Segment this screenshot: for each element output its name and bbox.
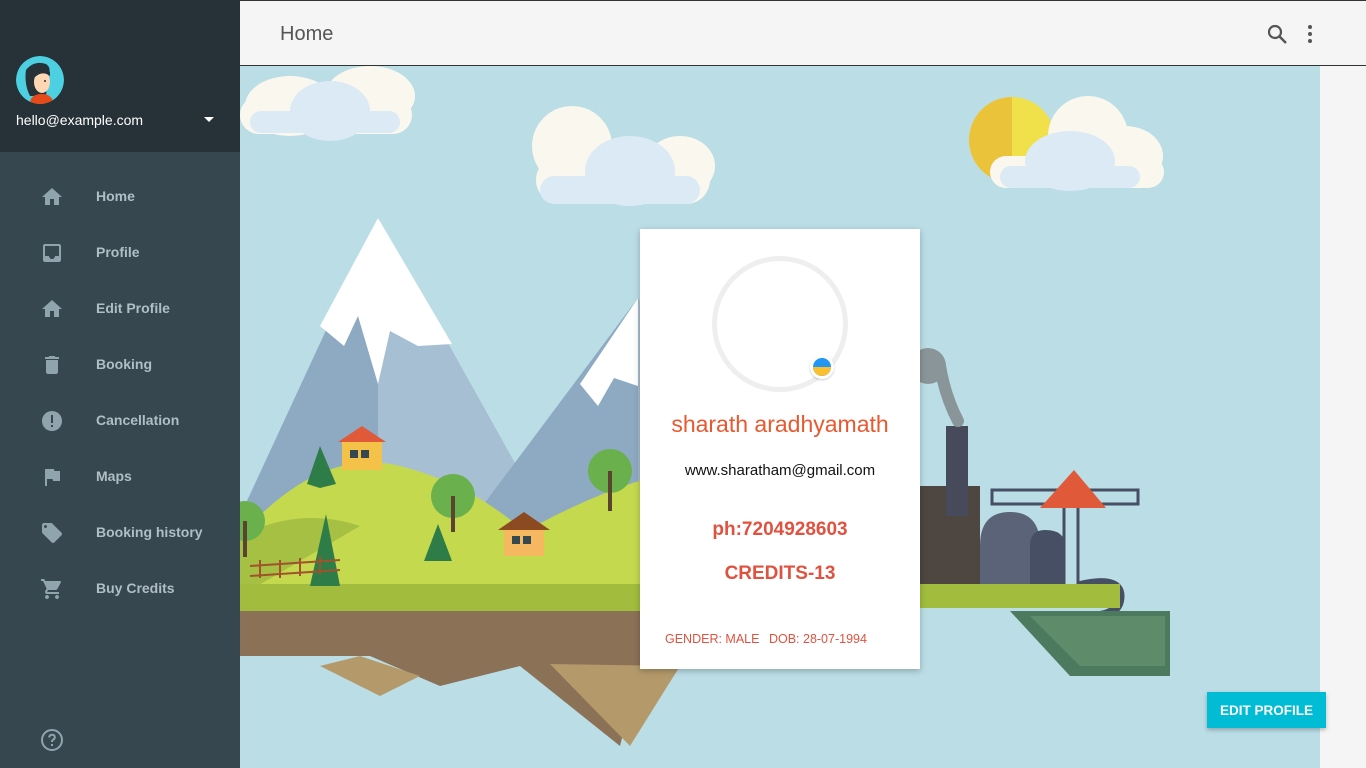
app-bar: Home [240,0,1366,66]
sidebar-item-label: Profile [96,244,140,260]
page-title: Home [280,23,334,45]
edit-profile-button[interactable]: EDIT PROFILE [1207,692,1326,728]
sidebar-item-profile[interactable]: Profile [0,224,240,280]
flag-icon [45,469,60,486]
sidebar-item-edit-profile[interactable]: Edit Profile [0,280,240,336]
sidebar-item-label: Buy Credits [96,580,175,596]
home-icon [42,300,62,317]
help-icon[interactable] [40,728,64,752]
sidebar-item-buy-credits[interactable]: Buy Credits [0,560,240,616]
profile-card: sharath aradhyamath www.sharatham@gmail.… [640,229,920,669]
profile-dob: DOB: 28-07-1994 [768,632,867,646]
sidebar-nav: Home Profile Edit Profile Booking Cancel… [0,168,240,616]
account-email: hello@example.com [16,112,144,128]
cart-icon [41,579,62,599]
profile-email: www.sharatham@gmail.com [684,462,876,479]
sidebar: hello@example.com Home Profile Edit Prof… [0,0,240,768]
sidebar-item-label: Booking [96,356,152,372]
profile-credits: CREDITS-13 [724,563,836,584]
scroll-gutter [1320,66,1366,768]
inbox-icon [43,244,61,262]
sidebar-item-label: Booking history [96,524,203,540]
sidebar-item-label: Maps [96,468,132,484]
sidebar-item-home[interactable]: Home [0,168,240,224]
status-badge [810,355,834,379]
profile-name: sharath aradhyamath [671,411,889,437]
sidebar-item-cancellation[interactable]: Cancellation [0,392,240,448]
sidebar-item-label: Cancellation [96,412,180,428]
more-vert-icon[interactable] [1302,23,1318,45]
sidebar-item-label: Edit Profile [96,300,170,316]
sidebar-item-booking[interactable]: Booking [0,336,240,392]
trash-icon [45,356,59,374]
home-icon [42,188,62,205]
sidebar-item-label: Home [96,188,135,204]
tag-icon [42,523,62,543]
chevron-down-icon[interactable] [202,112,216,126]
sidebar-item-booking-history[interactable]: Booking history [0,504,240,560]
avatar[interactable] [16,56,64,104]
profile-details: GENDER: MALE DOB: 28-07-1994 [665,632,873,646]
sidebar-item-maps[interactable]: Maps [0,448,240,504]
profile-phone: ph:7204928603 [712,519,848,540]
alert-icon [42,411,62,431]
profile-gender: GENDER: MALE [665,632,760,646]
account-header: hello@example.com [0,0,240,152]
search-icon[interactable] [1266,23,1288,45]
